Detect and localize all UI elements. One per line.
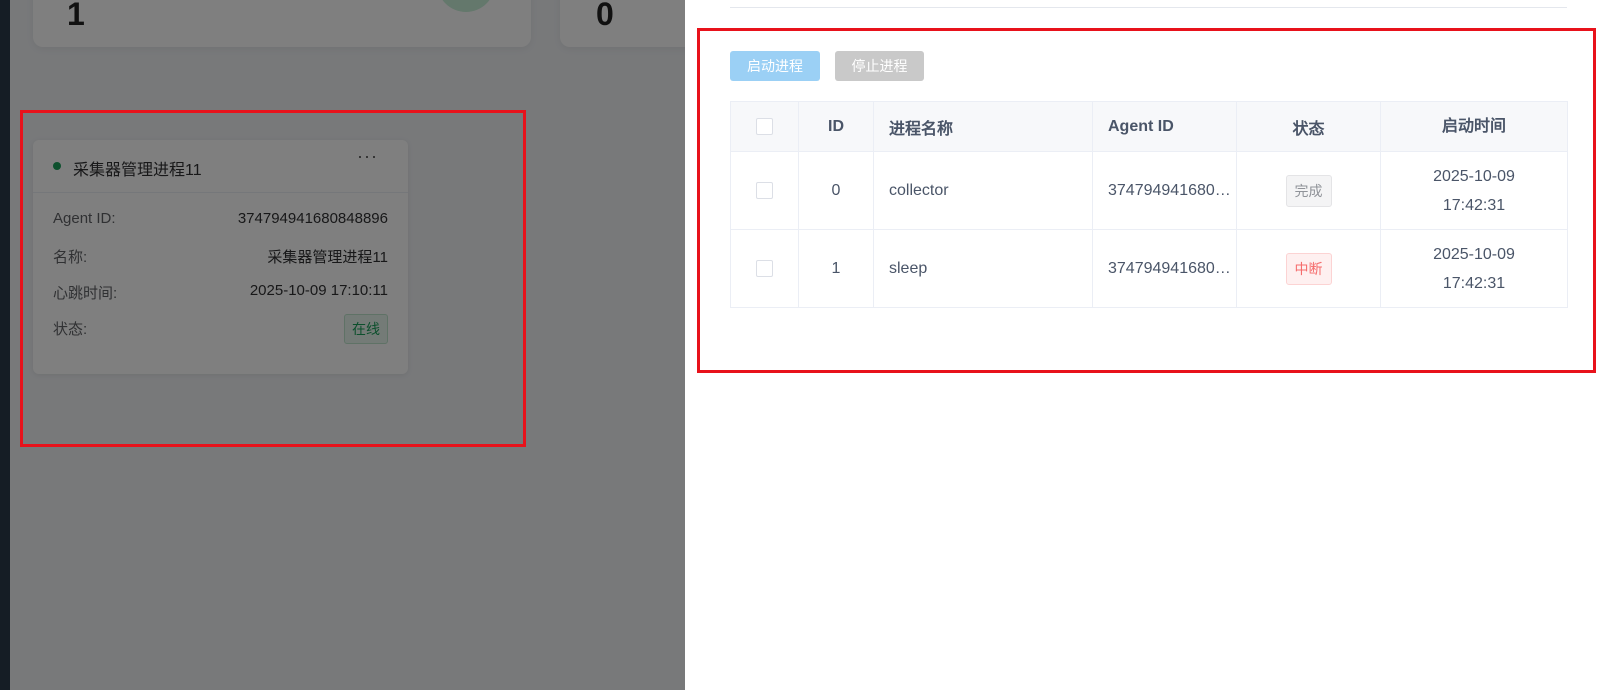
- start-clock: 17:42:31: [1442, 196, 1506, 214]
- process-id: 1: [798, 229, 874, 308]
- process-name: sleep: [873, 229, 1093, 308]
- header-agent-id: Agent ID: [1092, 101, 1237, 152]
- process-name: collector: [873, 151, 1093, 230]
- process-drawer: 启动进程 停止进程 ID 进程名称 Agent ID 状态 启动时间 0 col…: [685, 0, 1612, 690]
- row-select-cell: [730, 229, 799, 308]
- status-badge: 完成: [1285, 174, 1332, 207]
- start-date: 2025-10-09: [1433, 245, 1515, 263]
- process-agent-id: 374794941680848896: [1092, 151, 1237, 230]
- highlight-box-agent-card: [20, 110, 526, 447]
- header-select-all: [730, 101, 799, 152]
- process-start-time: 2025-10-09 17:42:31: [1380, 151, 1568, 230]
- table-row[interactable]: 0 collector 374794941680848896 完成 2025-1…: [730, 151, 1568, 230]
- status-badge: 中断: [1285, 252, 1332, 285]
- header-start-time: 启动时间: [1380, 101, 1568, 152]
- table-row[interactable]: 1 sleep 374794941680848896 中断 2025-10-09…: [730, 229, 1568, 308]
- start-date: 2025-10-09: [1433, 167, 1515, 185]
- process-id: 0: [798, 151, 874, 230]
- drawer-divider: [730, 7, 1567, 8]
- header-status: 状态: [1236, 101, 1381, 152]
- select-all-checkbox[interactable]: [756, 117, 773, 135]
- row-checkbox[interactable]: [756, 181, 773, 199]
- process-status-cell: 完成: [1236, 151, 1381, 230]
- header-id: ID: [798, 101, 874, 152]
- process-agent-id: 374794941680848896: [1092, 229, 1237, 308]
- row-checkbox[interactable]: [756, 259, 773, 277]
- start-clock: 17:42:31: [1442, 274, 1506, 292]
- start-process-button[interactable]: 启动进程: [730, 51, 820, 81]
- row-select-cell: [730, 151, 799, 230]
- header-process-name: 进程名称: [873, 101, 1093, 152]
- process-start-time: 2025-10-09 17:42:31: [1380, 229, 1568, 308]
- process-status-cell: 中断: [1236, 229, 1381, 308]
- process-table: ID 进程名称 Agent ID 状态 启动时间 0 collector 374…: [730, 101, 1568, 308]
- stop-process-button[interactable]: 停止进程: [835, 51, 924, 81]
- table-header-row: ID 进程名称 Agent ID 状态 启动时间: [730, 101, 1568, 152]
